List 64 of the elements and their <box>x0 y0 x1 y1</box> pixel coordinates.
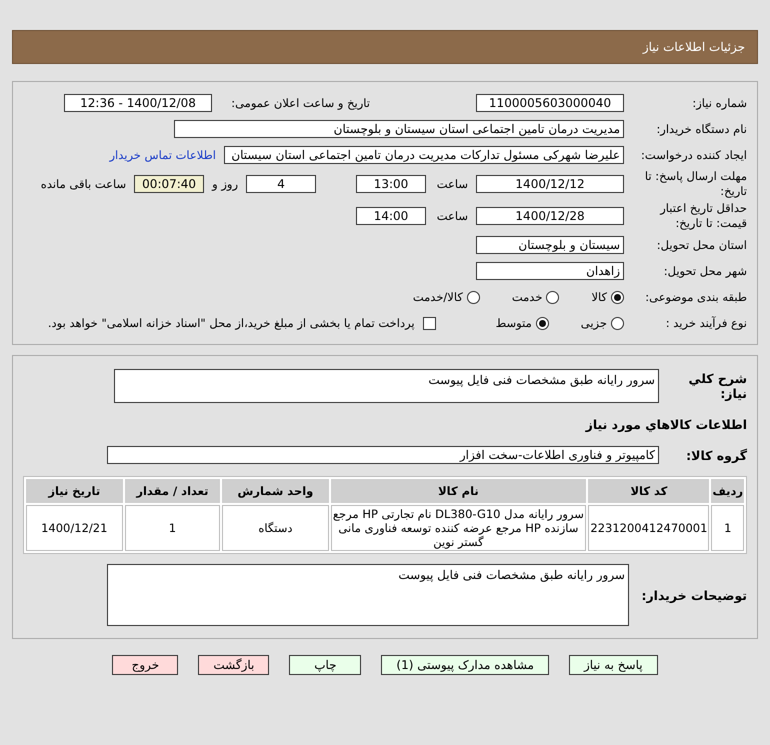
action-button[interactable]: خروج <box>112 655 178 675</box>
radio-button[interactable] <box>536 316 549 330</box>
validity-time-field: 14:00 <box>356 207 426 225</box>
radio-label: خدمت <box>512 290 542 304</box>
section-title: اطلاعات کالاهاي مورد نياز <box>584 416 747 432</box>
column-header: تاریخ نیاز <box>26 479 123 503</box>
radio-button[interactable] <box>611 290 624 304</box>
need-number-field: 1100005603000040 <box>476 94 624 112</box>
table-cell: دستگاه <box>222 505 328 551</box>
days-field: 4 <box>246 175 316 193</box>
column-header: ردیف <box>711 479 744 503</box>
column-header: تعداد / مقدار <box>124 479 220 503</box>
field-label: نام دستگاه خریدار: <box>655 122 747 136</box>
contact-link[interactable]: اطلاعات تماس خریدار <box>109 148 216 162</box>
province-field: سیستان و بلوچستان <box>476 236 624 254</box>
action-button[interactable]: پاسخ به نیاز <box>568 655 658 675</box>
table-cell: 2231200412470001 <box>588 505 710 551</box>
field-label: نوع فرآیند خرید : <box>664 316 747 330</box>
field-label: مهلت ارسال پاسخ: تا تاریخ: <box>644 169 747 199</box>
deadline-time-field: 13:00 <box>356 175 426 193</box>
field-label: گروه کالا: <box>685 448 747 462</box>
radio-button[interactable] <box>611 316 624 330</box>
buyer-org-field: مدیریت درمان تامین اجتماعی استان سیستان و بلوچستان <box>174 120 624 138</box>
field-label: طبقه بندی موضوعی: <box>644 290 747 304</box>
checkbox[interactable] <box>422 316 436 330</box>
field-label: استان محل تحویل: <box>656 238 747 252</box>
table-cell: سرور رایانه مدل DL380-G10 نام تجارتی HP مرجع سازنده HP مرجع عرضه کننده توسعه فناوری مانی گستر نوین <box>330 505 586 551</box>
action-button[interactable]: بازگشت <box>198 655 270 675</box>
field-label: تاریخ و ساعت اعلان عمومی: <box>230 96 370 110</box>
checkbox-label: پرداخت تمام یا بخشی از مبلغ خرید،از محل "اسناد خزانه اسلامی" خواهد بود. <box>48 316 415 330</box>
city-field: زاهدان <box>476 262 624 280</box>
requester-field: علیرضا شهرکی مسئول تدارکات مدیریت درمان تامین اجتماعی استان سیستان <box>224 146 624 164</box>
action-button[interactable]: چاپ <box>289 655 362 675</box>
table-cell: 1 <box>124 505 220 551</box>
radio-button[interactable] <box>466 290 480 304</box>
column-header: واحد شمارش <box>222 479 328 503</box>
field-label: شماره نیاز: <box>691 96 747 110</box>
field-label: شرح کلي نياز: <box>688 371 747 401</box>
field-label: ساعت <box>436 209 468 223</box>
field-label: ساعت باقی مانده <box>40 177 126 191</box>
goods-group-field: کامپیوتر و فناوری اطلاعات-سخت افزار <box>107 446 659 464</box>
description-field: سرور رایانه طبق مشخصات فنی فایل پیوست <box>114 369 659 403</box>
field-label: ایجاد کننده درخواست: <box>640 148 747 162</box>
column-header: کد کالا <box>588 479 710 503</box>
radio-label: جزیی <box>580 316 607 330</box>
radio-label: کالا/خدمت <box>412 290 463 304</box>
validity-date-field: 1400/12/28 <box>476 207 624 225</box>
action-button[interactable]: مشاهده مدارک پیوستی (1) <box>381 655 549 675</box>
field-label: ساعت <box>436 177 468 191</box>
table-cell: 1400/12/21 <box>26 505 123 551</box>
column-header: نام کالا <box>330 479 586 503</box>
deadline-date-field: 1400/12/12 <box>476 175 624 193</box>
remaining-time-field: 00:07:40 <box>134 175 204 193</box>
field-label: شهر محل تحویل: <box>662 264 747 278</box>
table-cell: 1 <box>711 505 744 551</box>
buyer-notes-field: سرور رایانه طبق مشخصات فنی فایل پیوست <box>107 564 629 626</box>
field-label: توضیحات خریدار: <box>640 588 747 602</box>
announce-field: 1400/12/08 - 12:36 <box>64 94 212 112</box>
page-header: جزئیات اطلاعات نیاز <box>12 30 758 64</box>
field-label: حداقل تاریخ اعتبار قیمت: تا تاریخ: <box>658 201 747 231</box>
field-label: روز و <box>212 177 238 191</box>
radio-label: متوسط <box>496 316 532 330</box>
radio-label: کالا <box>591 290 607 304</box>
radio-button[interactable] <box>546 290 560 304</box>
